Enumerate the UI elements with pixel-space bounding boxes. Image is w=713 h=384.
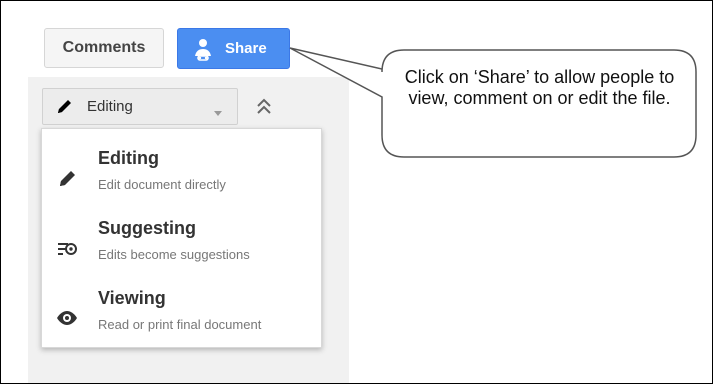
share-button-label: Share <box>225 40 267 57</box>
menu-item-description: Edits become suggestions <box>98 247 250 262</box>
eye-icon <box>56 307 78 329</box>
share-person-icon <box>193 38 213 62</box>
double-chevron-up-icon <box>257 98 271 114</box>
menu-item-suggesting[interactable]: Suggesting Edits become suggestions <box>42 214 321 280</box>
current-mode-label: Editing <box>87 98 133 115</box>
chevron-down-icon <box>214 104 222 116</box>
mode-menu: Editing Edit document directly Suggestin… <box>41 128 322 348</box>
editing-mode-dropdown[interactable]: Editing <box>42 88 238 125</box>
callout-text: Click on ‘Share’ to allow people to view… <box>404 67 675 108</box>
comments-button-label: Comments <box>62 39 146 56</box>
pencil-icon <box>55 97 75 117</box>
menu-item-title: Suggesting <box>98 218 196 238</box>
menu-item-viewing[interactable]: Viewing Read or print final document <box>42 284 321 350</box>
comments-button[interactable]: Comments <box>44 28 164 68</box>
menu-item-title: Editing <box>98 148 159 168</box>
pencil-icon <box>56 168 78 190</box>
menu-item-editing[interactable]: Editing Edit document directly <box>42 144 321 210</box>
screenshot-frame: Comments Share Editing Editing Edit docu… <box>0 0 713 384</box>
menu-item-description: Edit document directly <box>98 177 226 192</box>
menu-item-description: Read or print final document <box>98 317 262 332</box>
collapse-toolbar-button[interactable] <box>253 95 275 119</box>
menu-item-title: Viewing <box>98 288 166 308</box>
share-button[interactable]: Share <box>177 28 290 69</box>
suggest-icon <box>56 239 78 261</box>
